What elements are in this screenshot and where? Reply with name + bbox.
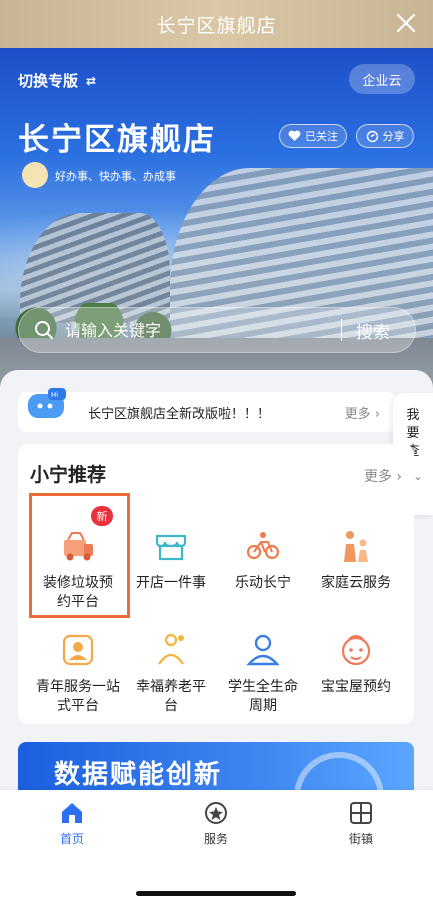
notice-bar[interactable]: Hi 长宁区旗舰店全新改版啦！！！ 更多 › [18,388,396,432]
family-icon [344,531,368,562]
heart-icon [288,130,301,141]
youth-icon [62,634,94,666]
follow-button[interactable]: 已关注 [279,124,347,148]
follow-label: 已关注 [305,130,338,143]
switch-edition-button[interactable]: 切换专版 ⇄ [18,70,96,91]
enterprise-cloud-button[interactable]: 企业云 [349,64,415,94]
tab-label: 服务 [203,832,228,846]
recommend-title: 小宁推荐 [30,464,107,486]
service-item-student[interactable]: 学生全生命周期 [213,630,313,716]
notice-text: 长宁区旗舰店全新改版啦！！！ [88,406,271,422]
hi-label: Hi [51,391,58,399]
service-icon [205,802,227,824]
mascot-icon [22,162,48,188]
search-icon [35,321,53,339]
search-input[interactable] [65,320,325,340]
banner-text: 数据赋能创新 [54,760,223,790]
notice-more-link[interactable]: 更多 › [345,403,380,422]
service-label: 幸福养老平台 [136,679,206,714]
swap-icon: ⇄ [86,73,97,88]
street-icon [350,802,372,824]
service-label: 开店一件事 [136,575,206,591]
switch-edition-label: 切换专版 [18,72,79,90]
tab-home[interactable]: 首页 [32,800,112,847]
tab-street[interactable]: 街镇 [321,800,401,847]
tab-service[interactable]: 服务 [176,800,256,847]
service-item-elderly[interactable]: 幸福养老平台 [121,630,221,716]
service-label: 青年服务一站式平台 [36,679,120,714]
service-label: 宝宝屋预约 [321,679,391,695]
highlight-box [29,493,130,618]
slogan: 好办事、快办事、办成事 [55,170,176,183]
home-icon [62,803,82,823]
title-bar: 长宁区旗舰店 [0,0,433,48]
page-title: 长宁区旗舰店 [156,14,277,37]
store-name: 长宁区旗舰店 [18,122,216,158]
service-label: 学生全生命周期 [228,679,298,714]
share-button[interactable]: 分享 [356,124,414,148]
student-icon [246,634,280,666]
service-item-family[interactable]: 家庭云服务 [306,526,406,593]
elderly-icon [158,633,184,665]
baby-icon [341,635,371,666]
service-item-shop[interactable]: 开店一件事 [121,526,221,593]
service-label: 乐动长宁 [235,575,291,591]
search-bar[interactable]: 搜索 [18,307,416,353]
search-button[interactable]: 搜索 [356,318,390,343]
tab-label: 街镇 [348,832,373,846]
close-icon[interactable] [395,12,417,34]
bottom-nav: 首页 服务 街镇 [0,790,433,905]
recommend-more-link[interactable]: 更多 › [364,466,402,486]
service-item-sport[interactable]: 乐动长宁 [213,526,313,593]
share-icon [366,130,378,142]
bicycle-icon [246,532,280,560]
service-item-baby[interactable]: 宝宝屋预约 [306,630,406,697]
search-divider [341,319,342,341]
home-indicator [136,891,296,896]
service-label: 家庭云服务 [321,575,391,591]
new-badge: 新 [91,506,113,526]
service-item-youth[interactable]: 青年服务一站式平台 [28,630,128,716]
hi-chat-icon: Hi [28,388,66,418]
shop-icon [155,534,187,561]
share-label: 分享 [382,130,405,143]
tab-label: 首页 [59,832,84,846]
